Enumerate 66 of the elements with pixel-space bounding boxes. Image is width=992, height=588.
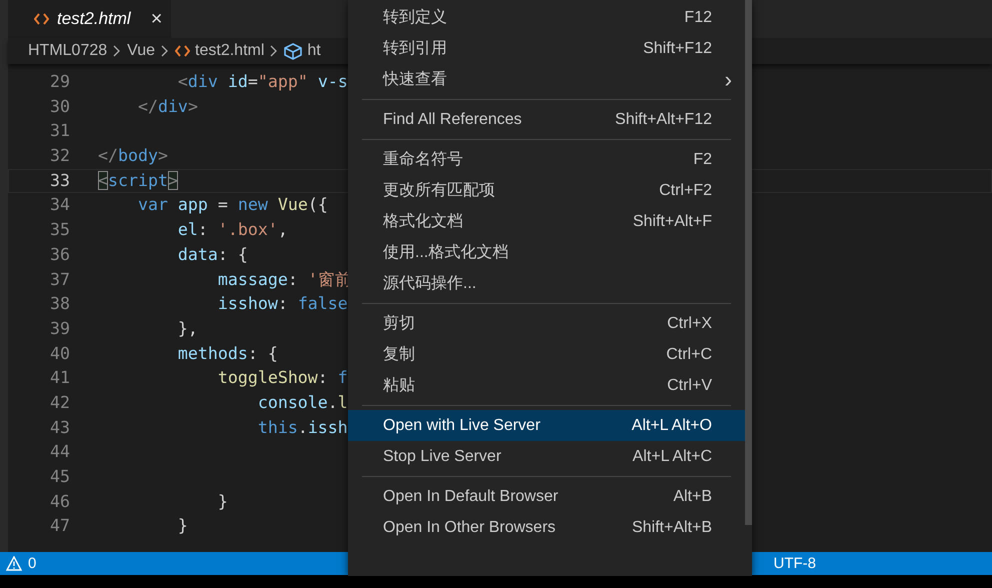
menu-item[interactable]: 剪切 Ctrl+X (348, 308, 745, 339)
editor-tab[interactable]: test2.html × (8, 0, 171, 38)
code-line: <div id="app" v-s (176, 71, 348, 93)
code-line: this.issh (256, 416, 348, 439)
code-line: var app = new Vue({ (136, 194, 328, 216)
code-line: console.l (256, 392, 348, 414)
line-number: 38 (49, 293, 71, 316)
code-line: } (216, 490, 228, 513)
menu-item[interactable]: 复制 Ctrl+C (348, 339, 745, 370)
menu-item[interactable]: Open In Other Browsers Shift+Alt+B (348, 512, 745, 543)
menu-item[interactable]: 源代码操作... (348, 268, 745, 299)
encoding-indicator[interactable]: UTF-8 (774, 555, 816, 572)
line-number: 40 (49, 342, 71, 365)
line-number: 32 (49, 145, 71, 168)
menu-item[interactable]: 使用...格式化文档 (348, 237, 745, 268)
line-number: 44 (49, 441, 71, 464)
code-line: el: '.box', (176, 219, 288, 242)
line-number: 46 (49, 490, 71, 513)
warning-count[interactable]: 0 (28, 555, 36, 572)
line-number: 37 (49, 268, 71, 290)
code-line: data: { (176, 244, 248, 266)
line-number: 36 (49, 244, 71, 266)
line-number: 33 (49, 170, 71, 192)
html-file-icon (34, 13, 49, 25)
menu-item[interactable]: 粘贴 Ctrl+V (348, 370, 745, 401)
breadcrumb-item[interactable]: Vue (127, 42, 156, 60)
menu-item[interactable]: Open In Default Browser Alt+B (348, 481, 745, 512)
code-line: methods: { (176, 342, 278, 365)
breadcrumb-item[interactable]: ht (307, 42, 321, 60)
line-number: 43 (49, 416, 71, 439)
line-number: 31 (49, 120, 71, 142)
code-line: toggleShow: f (216, 367, 348, 390)
code-line: }, (176, 318, 198, 340)
close-button[interactable]: × (148, 8, 164, 30)
breadcrumb-item[interactable]: test2.html (195, 42, 264, 60)
chevron-icon (113, 45, 122, 57)
menu-item[interactable]: Stop Live Server Alt+L Alt+C (348, 441, 745, 472)
menu-item[interactable]: 转到引用 Shift+F12 (348, 33, 745, 64)
cube-icon (284, 42, 302, 60)
chevron-icon (161, 45, 170, 57)
menu-item[interactable]: Open with Live Server Alt+L Alt+O (348, 410, 745, 441)
code-line: </body> (98, 145, 168, 168)
scrollbar-thumb[interactable] (745, 0, 752, 525)
menu-item[interactable]: 转到定义 F12 (348, 2, 745, 33)
line-number: 39 (49, 318, 71, 340)
code-line: </div> (136, 96, 198, 118)
html-file-icon (175, 45, 190, 57)
chevron-icon (270, 45, 278, 57)
menu-item[interactable]: 格式化文档 Shift+Alt+F (348, 206, 745, 237)
warning-icon[interactable] (6, 556, 22, 571)
line-number: 41 (49, 367, 71, 390)
line-number: 45 (49, 466, 71, 488)
line-number: 30 (49, 96, 71, 118)
menu-item[interactable]: Find All References Shift+Alt+F12 (348, 104, 745, 135)
line-number: 47 (49, 515, 71, 538)
menu-item[interactable]: 快速查看 › (348, 64, 745, 95)
menu-item[interactable]: 重命名符号 F2 (348, 144, 745, 175)
line-number: 29 (49, 71, 71, 93)
tab-title: test2.html (57, 9, 131, 29)
line-number: 34 (49, 194, 71, 216)
menu-item[interactable]: 更改所有匹配项 Ctrl+F2 (348, 175, 745, 206)
line-number: 42 (49, 392, 71, 414)
line-number: 35 (49, 219, 71, 242)
breadcrumb-item[interactable]: HTML0728 (28, 42, 108, 60)
code-line: } (176, 515, 188, 538)
code-line: isshow: false (216, 293, 348, 316)
